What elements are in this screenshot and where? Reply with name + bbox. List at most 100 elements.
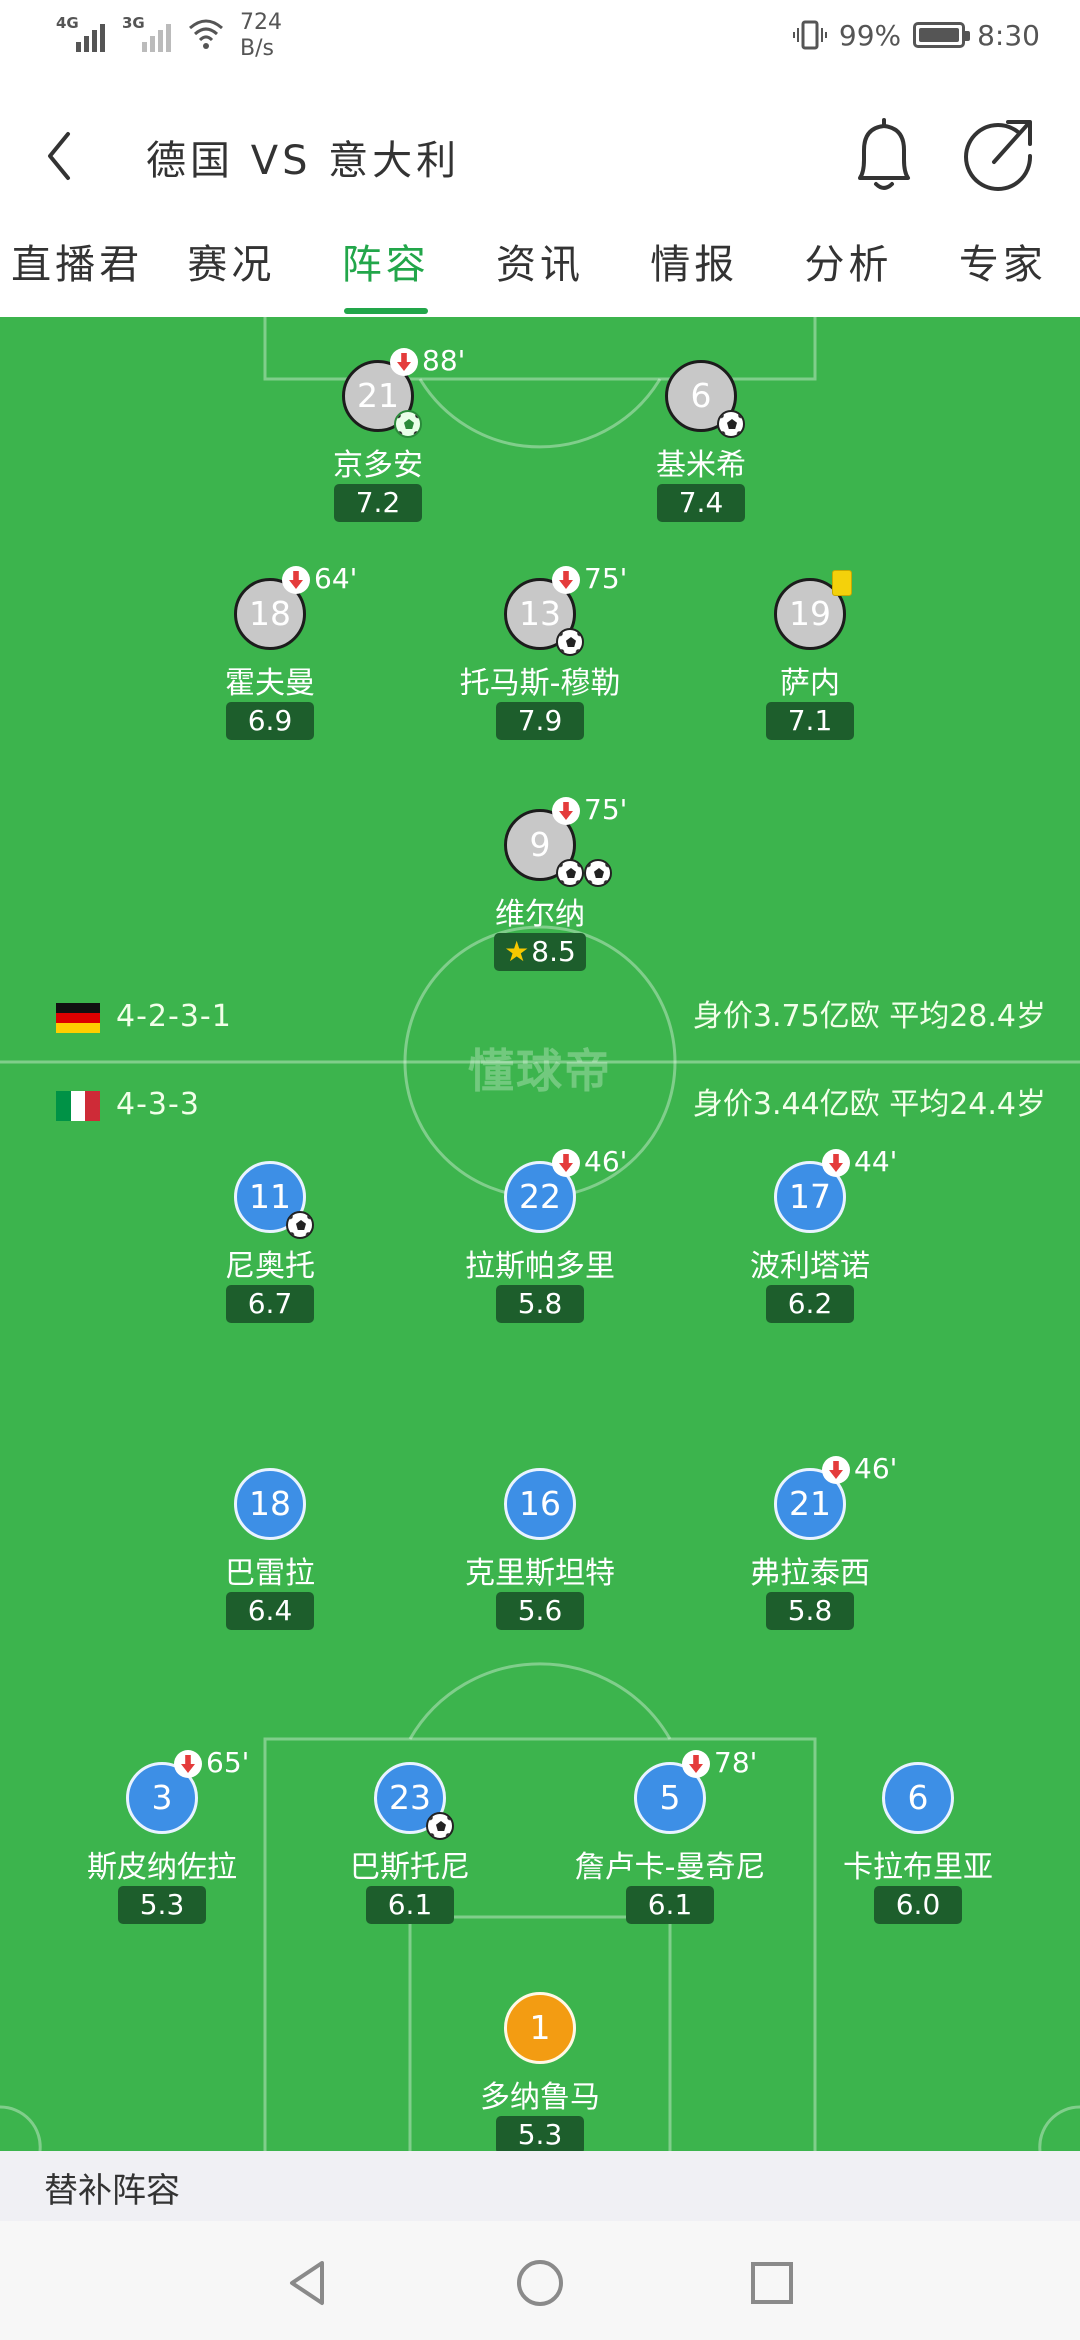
tab-match-status[interactable]: 赛况 [154, 228, 308, 318]
substitutes-section: 替补阵容 [0, 2151, 1080, 2221]
yellow-card-icon [832, 570, 852, 596]
tab-analysis[interactable]: 分析 [771, 228, 925, 318]
player-name: 多纳鲁马 [480, 2080, 600, 2115]
player-rating: 5.8 [766, 1592, 854, 1630]
player-name: 巴雷拉 [225, 1556, 315, 1591]
signal-4g-icon: 4G [56, 12, 106, 52]
sub-minute: 46' [854, 1452, 898, 1485]
nav-home-icon[interactable] [514, 2257, 566, 2309]
player-name: 托马斯-穆勒 [459, 666, 621, 701]
germany-flag-icon [56, 1003, 100, 1033]
tab-news[interactable]: 资讯 [463, 228, 617, 318]
goal-ball-icon [426, 1812, 454, 1840]
back-arrow-icon[interactable] [40, 126, 80, 186]
player-number: 6 [882, 1762, 954, 1834]
player-rating: 7.4 [657, 484, 745, 522]
player-rating: 5.8 [496, 1285, 584, 1323]
signal2-label: 3G [122, 14, 145, 32]
player-rating: 6.0 [874, 1886, 962, 1924]
player-number: 18 [234, 1468, 306, 1540]
wifi-icon [189, 19, 223, 49]
tab-intel[interactable]: 情报 [617, 228, 771, 318]
sub-minute: 78' [714, 1746, 758, 1779]
battery-icon [913, 22, 971, 48]
sub-off-icon [552, 566, 580, 594]
player-rating: 5.6 [496, 1592, 584, 1630]
substitutes-title: 替补阵容 [44, 2171, 180, 2211]
sub-minute: 88' [422, 344, 466, 377]
player-rating: ★8.5 [494, 933, 586, 971]
italy-flag-icon [56, 1091, 101, 1121]
sub-off-icon [552, 797, 580, 825]
page-title: 德国 VS 意大利 [146, 138, 461, 184]
italy-stats: 身价3.44亿欧 平均24.4岁 [692, 1087, 1046, 1122]
player-rating: 6.9 [226, 702, 314, 740]
status-bar: 4G 3G 724 B/s 99% 8:30 [0, 0, 1080, 70]
sub-off-icon [822, 1149, 850, 1177]
player-name: 基米希 [656, 448, 746, 483]
player-name: 尼奥托 [225, 1249, 315, 1284]
player-rating: 6.4 [226, 1592, 314, 1630]
player-rating: 7.1 [766, 702, 854, 740]
player-number: 16 [504, 1468, 576, 1540]
sub-off-icon [282, 566, 310, 594]
clock: 8:30 [977, 18, 1040, 52]
player-name: 京多安 [333, 448, 423, 483]
sub-minute: 46' [584, 1145, 628, 1178]
nav-back-icon[interactable] [282, 2257, 334, 2309]
sub-minute: 65' [206, 1746, 250, 1779]
sub-off-icon [682, 1750, 710, 1778]
system-nav-bar [0, 2221, 1080, 2340]
player-rating: 6.1 [366, 1886, 454, 1924]
player-name: 萨内 [780, 666, 840, 701]
goal-ball-icon [584, 859, 612, 887]
sub-minute: 75' [584, 793, 628, 826]
title-bar: 德国 VS 意大利 [0, 70, 1080, 230]
germany-formation: 4-2-3-1 [116, 999, 232, 1034]
player-rating: 6.2 [766, 1285, 854, 1323]
player-name: 克里斯坦特 [465, 1556, 615, 1591]
bell-icon[interactable] [846, 114, 922, 196]
player-rating: 5.3 [496, 2116, 584, 2151]
sub-off-icon [174, 1750, 202, 1778]
lineup-pitch: 懂球帝 4-2-3-1 身价3.75亿欧 平均28.4岁 4-3-3 身价3.4… [0, 317, 1080, 2151]
player-name: 维尔纳 [495, 897, 585, 932]
player-rating: 5.3 [118, 1886, 206, 1924]
sub-off-icon [552, 1149, 580, 1177]
player-rating: 6.1 [626, 1886, 714, 1924]
player-name: 弗拉泰西 [750, 1556, 870, 1591]
star-icon: ★ [504, 935, 530, 968]
germany-team-info: 4-2-3-1 身价3.75亿欧 平均28.4岁 [56, 997, 1046, 1041]
goal-ball-icon [556, 628, 584, 656]
signal1-label: 4G [56, 14, 79, 32]
tab-bar: 直播君 赛况 阵容 资讯 情报 分析 专家 [0, 228, 1080, 318]
tab-live[interactable]: 直播君 [0, 228, 154, 318]
tab-experts[interactable]: 专家 [926, 228, 1080, 318]
battery-percent: 99% [838, 18, 902, 52]
sub-minute: 44' [854, 1145, 898, 1178]
net-speed-value: 724 [240, 10, 282, 35]
sub-off-icon [390, 348, 418, 376]
goal-ball-icon [717, 410, 745, 438]
italy-formation: 4-3-3 [116, 1087, 200, 1122]
goal-ball-icon [556, 859, 584, 887]
player-name: 拉斯帕多里 [465, 1249, 615, 1284]
nav-recents-icon[interactable] [746, 2257, 798, 2309]
player-name: 波利塔诺 [750, 1249, 870, 1284]
player-name: 卡拉布里亚 [843, 1850, 993, 1885]
net-speed-unit: B/s [240, 36, 274, 61]
player-name: 霍夫曼 [225, 666, 315, 701]
sub-minute: 64' [314, 562, 358, 595]
network-speed: 724 B/s [240, 10, 282, 62]
player-rating: 7.9 [496, 702, 584, 740]
germany-stats: 身价3.75亿欧 平均28.4岁 [692, 999, 1046, 1034]
sub-minute: 75' [584, 562, 628, 595]
rating-value: 8.5 [531, 935, 576, 968]
tab-lineup[interactable]: 阵容 [309, 228, 463, 318]
goal-ball-icon [394, 410, 422, 438]
player-name: 巴斯托尼 [350, 1850, 470, 1885]
player-rating: 6.7 [226, 1285, 314, 1323]
player-number: 1 [504, 1992, 576, 2064]
sub-off-icon [822, 1456, 850, 1484]
share-icon[interactable] [962, 114, 1038, 194]
